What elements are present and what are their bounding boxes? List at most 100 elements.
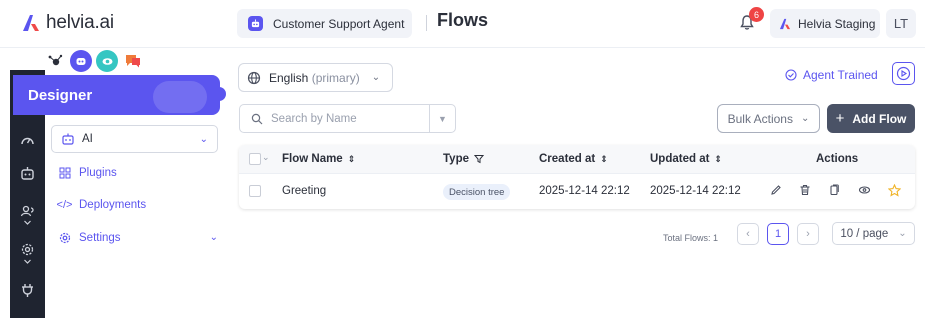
column-label: Updated at <box>650 153 710 165</box>
column-label: Actions <box>816 153 859 165</box>
page-size-value: 10 / page <box>840 227 889 240</box>
sidebar-collapse-handle[interactable] <box>216 87 226 101</box>
robot-icon <box>62 133 74 145</box>
updated-at-cell: 2025-12-14 22:12 <box>650 185 741 197</box>
helvia-logo[interactable]: helvia.ai <box>20 12 114 34</box>
sort-icon: ⇕ <box>714 153 722 164</box>
plugins-icon <box>58 166 71 179</box>
column-label: Flow Name <box>282 153 343 165</box>
gear-icon <box>58 231 71 244</box>
users-icon[interactable] <box>19 203 36 229</box>
column-created-at[interactable]: Created at ⇕ <box>539 153 608 165</box>
top-header: helvia.ai Customer Support Agent Flows 6… <box>0 0 925 48</box>
sidebar-item-deployments[interactable]: </> Deployments <box>56 198 147 211</box>
designer-section-header: Designer <box>13 75 220 115</box>
globe-icon <box>247 71 261 84</box>
created-at-cell: 2025-12-14 22:12 <box>539 185 630 197</box>
row-checkbox[interactable] <box>249 185 261 197</box>
total-flows-label: Total Flows: 1 <box>663 233 719 243</box>
sidebar-item-ai[interactable]: AI ⌄ <box>51 125 218 153</box>
table-header: ⌄ Flow Name ⇕ Type Created at ⇕ Updated … <box>239 145 915 174</box>
chevron-down-icon[interactable]: ⌄ <box>262 152 270 163</box>
sidebar-item-settings[interactable]: Settings ⌄ <box>58 231 218 244</box>
plug-icon[interactable] <box>19 282 36 299</box>
column-actions: Actions <box>816 153 858 165</box>
flow-type-tag: Decision tree <box>443 184 511 200</box>
bot-icon[interactable] <box>19 165 36 182</box>
page-size-select[interactable]: 10 / page ⌄ <box>832 222 915 245</box>
brand-name: helvia.ai <box>46 12 114 33</box>
filter-icon <box>474 155 484 164</box>
copy-icon[interactable] <box>827 183 841 197</box>
workspace-selector[interactable]: Helvia Staging <box>770 9 880 38</box>
product-switcher <box>44 50 144 72</box>
graph-icon[interactable] <box>44 50 66 72</box>
prev-page-button[interactable]: ‹ <box>737 223 759 245</box>
next-page-button[interactable]: › <box>797 223 819 245</box>
caret-down-icon: ▼ <box>438 113 447 124</box>
notification-count-badge: 6 <box>749 7 764 22</box>
chevron-down-icon: ⌄ <box>199 133 208 145</box>
page-title: Flows <box>437 10 489 30</box>
search-box: ▼ <box>239 104 456 133</box>
play-circle-icon <box>896 66 911 81</box>
chevron-down-icon: ⌄ <box>898 228 907 239</box>
page-number-button[interactable]: 1 <box>767 223 789 245</box>
eye-analytics-icon[interactable] <box>96 50 118 72</box>
search-icon <box>251 113 263 124</box>
dashboard-gauge-icon[interactable] <box>19 132 36 149</box>
flow-name-cell[interactable]: Greeting <box>282 185 326 197</box>
settings-gear-icon[interactable] <box>19 242 36 268</box>
header-divider <box>426 15 427 31</box>
select-all-checkbox[interactable] <box>249 153 261 165</box>
column-type[interactable]: Type <box>443 153 484 165</box>
search-input-wrapper <box>240 105 430 132</box>
code-icon: </> <box>56 198 73 211</box>
chevron-down-icon: ⌄ <box>800 113 810 124</box>
language-name: English <box>269 70 309 85</box>
favorite-star-icon[interactable] <box>887 183 901 197</box>
trained-label: Agent Trained <box>803 68 878 82</box>
sidebar-item-label: AI <box>82 133 93 145</box>
language-selector[interactable]: English (primary) ⌄ <box>238 63 393 92</box>
chevron-down-icon: ⌄ <box>209 232 218 243</box>
helvia-logo-icon <box>23 15 39 31</box>
column-label: Created at <box>539 153 596 165</box>
plus-icon: + <box>835 110 845 127</box>
designer-bot-watermark-icon <box>153 81 207 113</box>
agent-selector[interactable]: Customer Support Agent <box>237 9 412 38</box>
chevron-right-icon: › <box>806 228 810 240</box>
check-circle-icon <box>785 69 797 81</box>
sidebar-item-label: Plugins <box>79 166 117 179</box>
search-input[interactable] <box>271 112 411 125</box>
workspace-logo-icon <box>779 18 791 29</box>
user-avatar[interactable]: LT <box>886 9 916 38</box>
flows-table: ⌄ Flow Name ⇕ Type Created at ⇕ Updated … <box>239 145 915 209</box>
edit-pencil-icon[interactable] <box>769 183 783 197</box>
view-eye-icon[interactable] <box>857 183 871 197</box>
column-updated-at[interactable]: Updated at ⇕ <box>650 153 722 165</box>
robot-icon <box>248 16 263 31</box>
language-label: English (primary) <box>269 71 360 85</box>
chevron-left-icon: ‹ <box>746 228 750 240</box>
add-flow-button[interactable]: + Add Flow <box>827 104 915 133</box>
sidebar-item-label: Deployments <box>79 198 147 211</box>
chevron-down-icon: ⌄ <box>371 72 381 83</box>
agent-trained-status: Agent Trained <box>785 68 878 82</box>
agent-name: Customer Support Agent <box>273 16 405 31</box>
add-flow-label: Add Flow <box>852 111 907 126</box>
workspace-name: Helvia Staging <box>798 16 876 31</box>
bulk-actions-button[interactable]: Bulk Actions ⌄ <box>717 104 820 133</box>
sort-icon: ⇕ <box>347 153 356 164</box>
test-agent-button[interactable] <box>892 62 915 85</box>
sort-icon: ⇕ <box>600 153 608 164</box>
designer-title: Designer <box>28 87 93 104</box>
column-flow-name[interactable]: Flow Name ⇕ <box>282 153 355 165</box>
language-suffix: (primary) <box>311 70 360 85</box>
sidebar-item-plugins[interactable]: Plugins <box>58 166 117 179</box>
delete-trash-icon[interactable] <box>798 183 812 197</box>
search-filter-dropdown[interactable]: ▼ <box>430 114 455 124</box>
chat-bubble-icon[interactable] <box>122 50 144 72</box>
bulk-actions-label: Bulk Actions <box>727 111 793 126</box>
designer-bot-icon[interactable] <box>70 50 92 72</box>
